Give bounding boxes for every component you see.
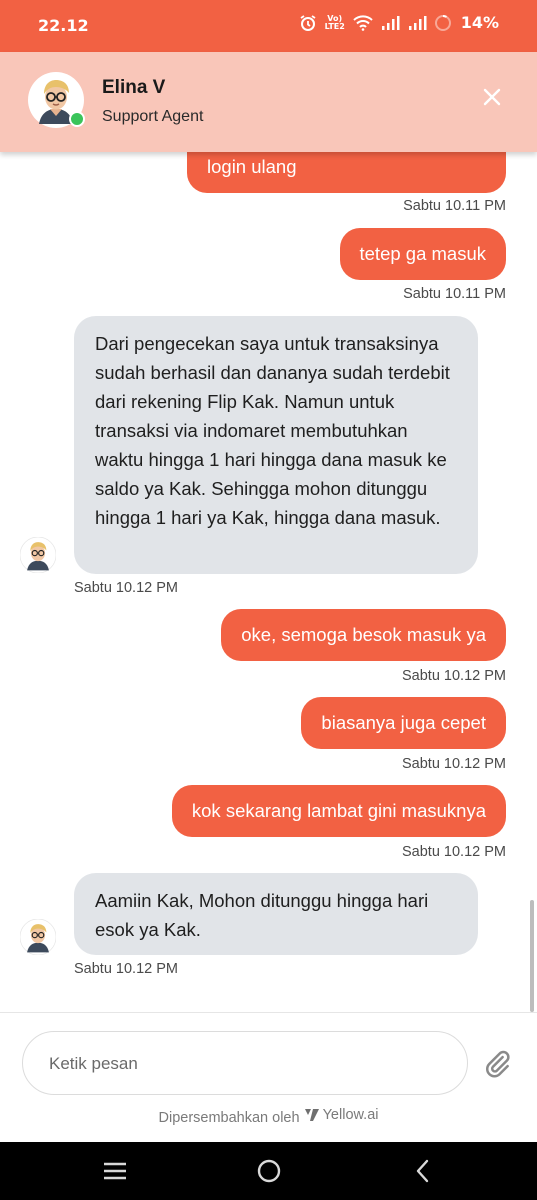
user-message-bubble: oke, semoga besok masuk ya <box>221 609 506 661</box>
close-icon[interactable] <box>480 85 504 109</box>
message-input-box[interactable] <box>22 1031 468 1095</box>
brand-name: Yellow.ai <box>322 1107 379 1123</box>
agent-avatar <box>28 72 85 128</box>
message-input[interactable] <box>47 1044 451 1084</box>
yellow-ai-logo-icon <box>304 1109 319 1121</box>
message-text: tetep ga masuk <box>359 243 487 264</box>
message-timestamp: Sabtu 10.12 PM <box>74 961 178 977</box>
back-nav-icon[interactable] <box>408 1156 438 1186</box>
message-timestamp: Sabtu 10.12 PM <box>402 844 506 860</box>
message-timestamp: Sabtu 10.12 PM <box>402 756 506 772</box>
home-nav-icon[interactable] <box>254 1156 284 1186</box>
message-text: Dari pengecekan saya untuk transaksinya … <box>95 333 450 528</box>
message-text: biasanya juga cepet <box>321 712 486 733</box>
agent-message-bubble: Aamiin Kak, Mohon ditunggu hingga hari e… <box>74 873 478 955</box>
status-time: 22.12 <box>38 16 89 35</box>
volte-icon: Vo) LTE2 <box>324 13 345 31</box>
message-text: kok sekarang lambat gini masuknya <box>191 800 486 821</box>
message-timestamp: Sabtu 10.11 PM <box>403 198 506 214</box>
composer: Dipersembahkan oleh Yellow.ai <box>0 1012 537 1143</box>
message-timestamp: Sabtu 10.12 PM <box>402 668 506 684</box>
wifi-icon <box>353 14 373 31</box>
message-timestamp: Sabtu 10.12 PM <box>74 580 178 596</box>
message-timestamp: Sabtu 10.11 PM <box>403 286 506 302</box>
agent-avatar-small <box>20 919 56 955</box>
user-message-bubble: biasanya juga cepet <box>301 697 506 749</box>
system-nav-bar <box>0 1142 537 1200</box>
agent-role: Support Agent <box>102 108 204 125</box>
attachment-icon[interactable] <box>482 1049 512 1079</box>
user-message-bubble: kok sekarang lambat gini masuknya <box>171 785 506 837</box>
user-message-bubble: tetep ga masuk <box>339 228 506 280</box>
battery-percent: 14% <box>460 13 499 32</box>
agent-name: Elina V <box>102 77 166 98</box>
signal-icon <box>408 15 427 30</box>
agent-message-bubble: Dari pengecekan saya untuk transaksinya … <box>74 316 478 574</box>
powered-by: Dipersembahkan oleh Yellow.ai <box>0 1107 537 1126</box>
menu-nav-icon[interactable] <box>100 1156 130 1186</box>
message-text: login ulang <box>207 156 297 177</box>
agent-avatar-small <box>20 537 56 573</box>
battery-icon <box>434 14 451 31</box>
scrollbar[interactable] <box>530 900 534 1012</box>
online-status-dot <box>69 111 85 127</box>
chat-header: Elina V Support Agent <box>0 52 537 152</box>
brand-link[interactable]: Yellow.ai <box>304 1107 379 1123</box>
signal-icon <box>381 15 400 30</box>
message-text: oke, semoga besok masuk ya <box>241 624 486 645</box>
status-bar: 22.12 Vo) LTE2 14% <box>0 0 537 52</box>
message-text: Aamiin Kak, Mohon ditunggu hingga hari e… <box>95 890 429 940</box>
status-icons: Vo) LTE2 14% <box>299 13 499 32</box>
alarm-icon <box>300 14 316 31</box>
powered-by-text: Dipersembahkan oleh <box>158 1110 300 1126</box>
